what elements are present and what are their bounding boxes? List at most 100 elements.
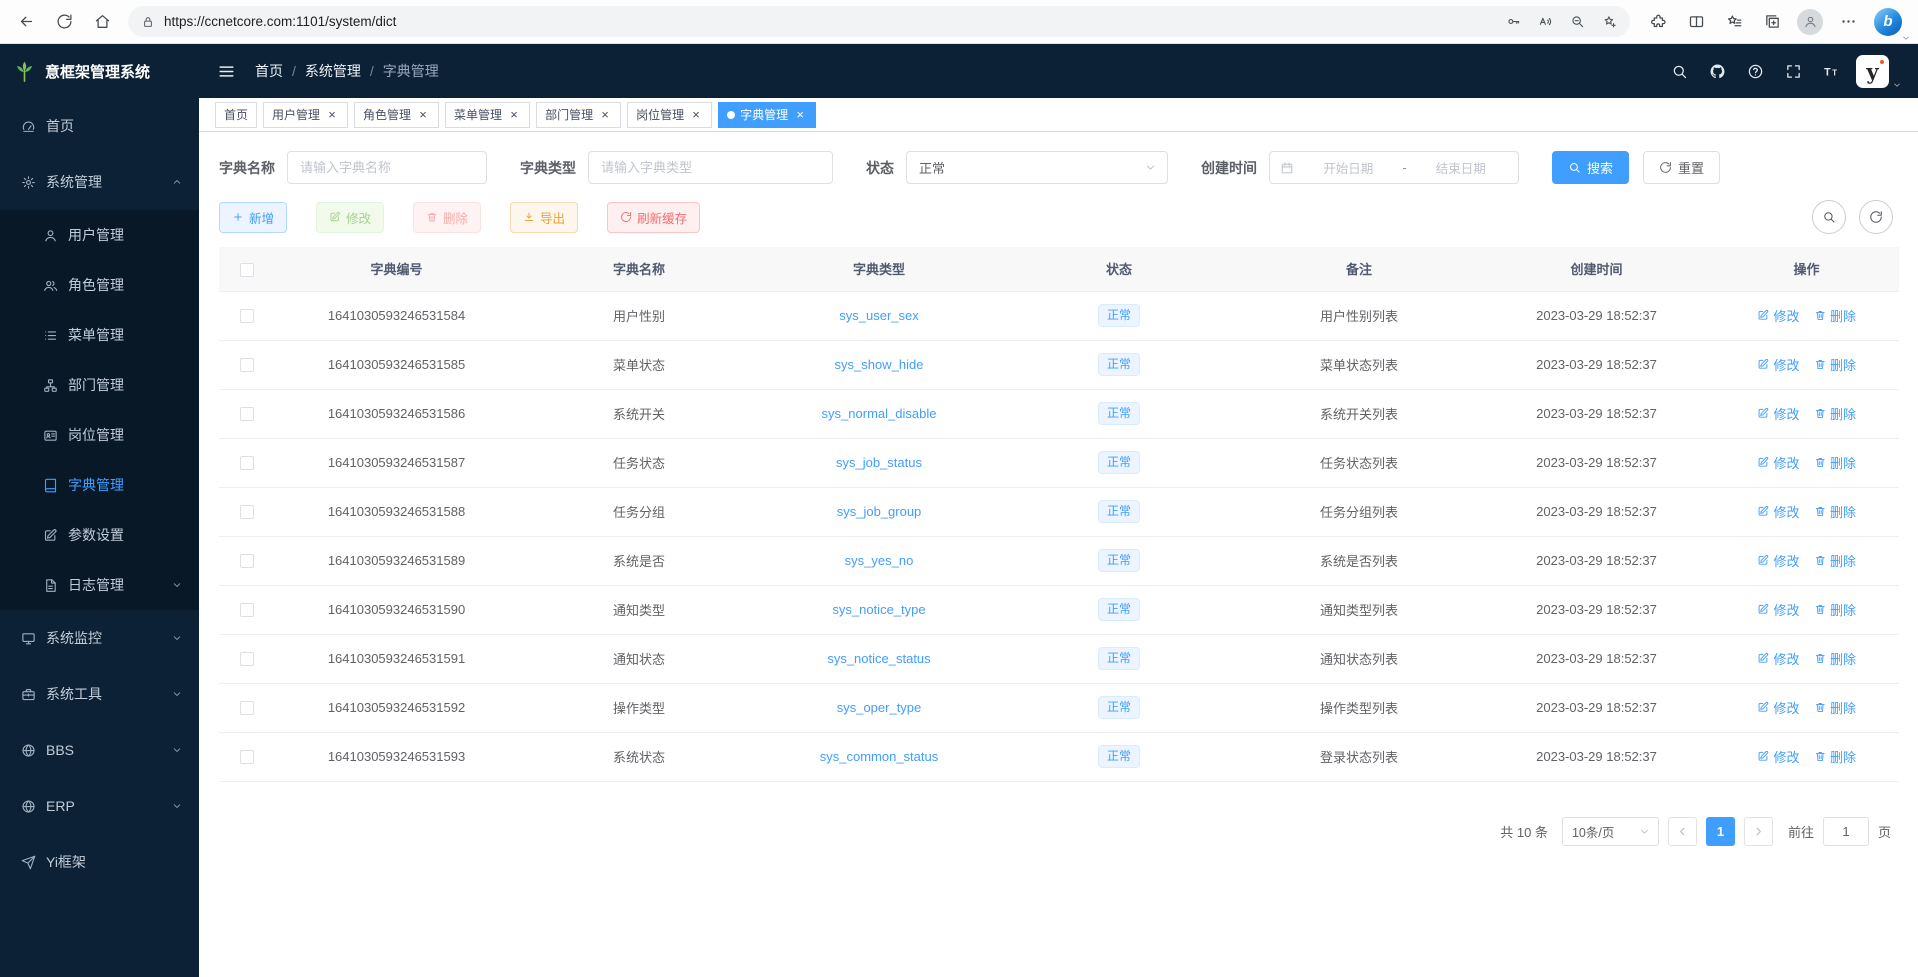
row-delete-button[interactable]: 删除: [1814, 600, 1857, 619]
row-delete-button[interactable]: 删除: [1814, 698, 1857, 717]
add-favorite-button[interactable]: [1594, 8, 1624, 35]
row-edit-button[interactable]: 修改: [1757, 551, 1800, 570]
next-page-button[interactable]: [1744, 817, 1773, 846]
row-delete-button[interactable]: 删除: [1814, 306, 1857, 325]
export-button[interactable]: 导出: [510, 202, 578, 233]
refresh-table-button[interactable]: [1859, 200, 1893, 234]
row-edit-button[interactable]: 修改: [1757, 502, 1800, 521]
fullscreen-button[interactable]: [1780, 58, 1807, 85]
status-select[interactable]: 正常: [906, 151, 1168, 184]
dict-type-link[interactable]: sys_notice_status: [827, 651, 930, 666]
row-checkbox[interactable]: [240, 652, 254, 666]
edit-button[interactable]: 修改: [316, 202, 384, 233]
breadcrumb-item[interactable]: 系统管理: [305, 61, 361, 81]
row-edit-button[interactable]: 修改: [1757, 355, 1800, 374]
row-delete-button[interactable]: 删除: [1814, 453, 1857, 472]
user-avatar[interactable]: y: [1856, 55, 1889, 88]
tab-close-button[interactable]: ×: [325, 108, 339, 122]
sidebar-toggle-button[interactable]: [211, 56, 242, 87]
tab-dept[interactable]: 部门管理×: [536, 102, 621, 128]
favorites-button[interactable]: [1716, 5, 1752, 39]
zoom-button[interactable]: [1562, 8, 1592, 35]
row-checkbox[interactable]: [240, 358, 254, 372]
read-aloud-button[interactable]: [1530, 8, 1560, 35]
row-delete-button[interactable]: 删除: [1814, 649, 1857, 668]
sidebar-item-dict[interactable]: 字典管理: [0, 460, 199, 510]
row-delete-button[interactable]: 删除: [1814, 551, 1857, 570]
sidebar-item-post[interactable]: 岗位管理: [0, 410, 199, 460]
delete-button[interactable]: 删除: [413, 202, 481, 233]
sidebar-item-role[interactable]: 角色管理: [0, 260, 199, 310]
search-button[interactable]: [1666, 58, 1693, 85]
search-button[interactable]: 搜索: [1552, 151, 1629, 184]
sidebar-item-tools[interactable]: 系统工具: [0, 666, 199, 722]
dict-type-link[interactable]: sys_job_status: [836, 455, 922, 470]
app-logo[interactable]: 意框架管理系统: [0, 44, 199, 98]
row-delete-button[interactable]: 删除: [1814, 404, 1857, 423]
row-checkbox[interactable]: [240, 603, 254, 617]
url-text[interactable]: https://ccnetcore.com:1101/system/dict: [164, 14, 1489, 29]
row-delete-button[interactable]: 删除: [1814, 355, 1857, 374]
tab-dict[interactable]: 字典管理×: [718, 102, 816, 128]
dict-type-link[interactable]: sys_oper_type: [837, 700, 922, 715]
row-edit-button[interactable]: 修改: [1757, 747, 1800, 766]
dict-type-link[interactable]: sys_yes_no: [845, 553, 914, 568]
address-bar[interactable]: https://ccnetcore.com:1101/system/dict: [128, 6, 1630, 37]
row-delete-button[interactable]: 删除: [1814, 502, 1857, 521]
tab-menu[interactable]: 菜单管理×: [445, 102, 530, 128]
sidebar-item-erp[interactable]: ERP: [0, 778, 199, 834]
back-button[interactable]: [8, 5, 44, 39]
home-button[interactable]: [84, 5, 120, 39]
row-edit-button[interactable]: 修改: [1757, 698, 1800, 717]
tab-close-button[interactable]: ×: [598, 108, 612, 122]
end-date-placeholder[interactable]: 结束日期: [1414, 158, 1508, 177]
row-checkbox[interactable]: [240, 554, 254, 568]
github-button[interactable]: [1704, 58, 1731, 85]
collections-button[interactable]: [1754, 5, 1790, 39]
tab-close-button[interactable]: ×: [507, 108, 521, 122]
extensions-button[interactable]: [1640, 5, 1676, 39]
row-checkbox[interactable]: [240, 407, 254, 421]
row-checkbox[interactable]: [240, 750, 254, 764]
sidebar-item-bbs[interactable]: BBS: [0, 722, 199, 778]
tab-close-button[interactable]: ×: [689, 108, 703, 122]
reset-button[interactable]: 重置: [1643, 151, 1720, 184]
tab-home[interactable]: 首页: [215, 102, 257, 128]
tab-close-button[interactable]: ×: [793, 108, 807, 122]
row-edit-button[interactable]: 修改: [1757, 600, 1800, 619]
split-screen-button[interactable]: [1678, 5, 1714, 39]
dict-type-link[interactable]: sys_normal_disable: [822, 406, 937, 421]
dict-name-input[interactable]: [287, 151, 487, 184]
dict-type-link[interactable]: sys_common_status: [820, 749, 939, 764]
start-date-placeholder[interactable]: 开始日期: [1301, 158, 1395, 177]
sidebar-item-log[interactable]: 日志管理: [0, 560, 199, 610]
sidebar-item-param[interactable]: 参数设置: [0, 510, 199, 560]
row-checkbox[interactable]: [240, 701, 254, 715]
row-edit-button[interactable]: 修改: [1757, 306, 1800, 325]
prev-page-button[interactable]: [1668, 817, 1697, 846]
row-checkbox[interactable]: [240, 505, 254, 519]
tab-role[interactable]: 角色管理×: [354, 102, 439, 128]
row-edit-button[interactable]: 修改: [1757, 453, 1800, 472]
select-all-checkbox[interactable]: [240, 263, 254, 277]
page-1-button[interactable]: 1: [1706, 817, 1735, 846]
dict-type-link[interactable]: sys_job_group: [837, 504, 922, 519]
sidebar-item-menu[interactable]: 菜单管理: [0, 310, 199, 360]
tab-post[interactable]: 岗位管理×: [627, 102, 712, 128]
refresh-button[interactable]: [46, 5, 82, 39]
dict-type-link[interactable]: sys_show_hide: [835, 357, 924, 372]
dict-type-input[interactable]: [588, 151, 833, 184]
tab-close-button[interactable]: ×: [416, 108, 430, 122]
row-edit-button[interactable]: 修改: [1757, 649, 1800, 668]
sidebar-item-yiframe[interactable]: Yi框架: [0, 834, 199, 890]
settings-more-button[interactable]: [1830, 5, 1866, 39]
refresh-cache-button[interactable]: 刷新缓存: [607, 202, 700, 233]
breadcrumb-item[interactable]: 首页: [255, 61, 283, 81]
dict-type-link[interactable]: sys_user_sex: [839, 308, 918, 323]
toggle-search-button[interactable]: [1812, 200, 1846, 234]
help-button[interactable]: [1742, 58, 1769, 85]
date-range-picker[interactable]: 开始日期 - 结束日期: [1269, 151, 1519, 184]
row-edit-button[interactable]: 修改: [1757, 404, 1800, 423]
goto-page-input[interactable]: [1823, 817, 1869, 846]
profile-button[interactable]: [1792, 5, 1828, 39]
